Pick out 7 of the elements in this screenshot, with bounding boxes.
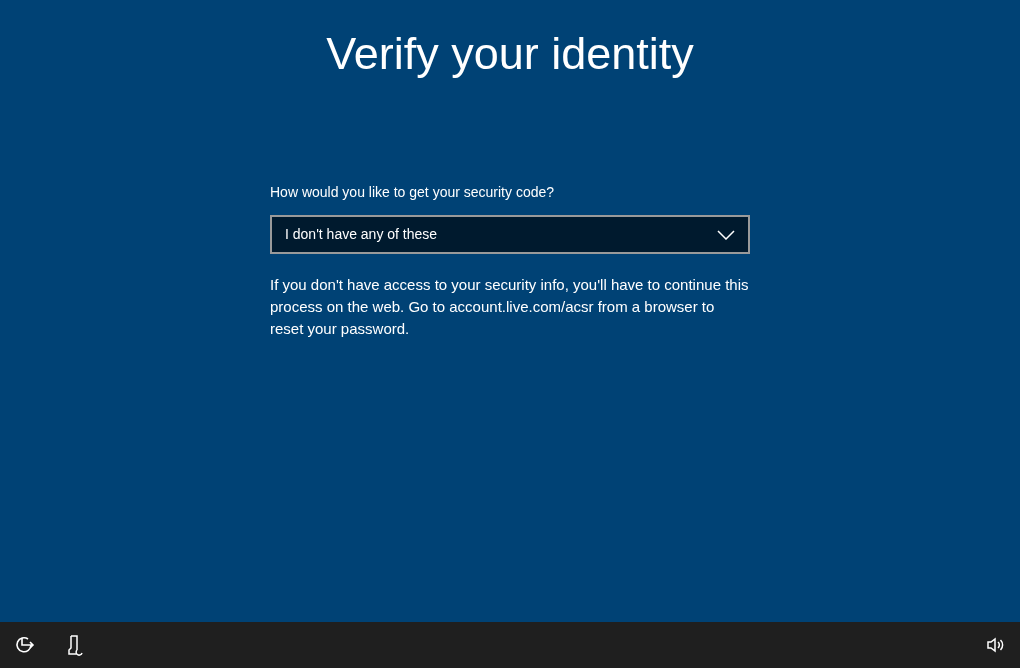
accessibility-icon[interactable] — [14, 635, 36, 655]
question-label: How would you like to get your security code? — [270, 183, 556, 203]
volume-icon[interactable] — [986, 637, 1004, 653]
page-title: Verify your identity — [326, 27, 694, 81]
info-message: If you don't have access to your security info, you'll have to continue this process on the web. Go to account.live.com/acsr from a browser to reset your password. — [270, 275, 750, 340]
chevron-down-icon — [717, 229, 735, 240]
security-code-dropdown[interactable]: I don't have any of these — [270, 215, 750, 255]
